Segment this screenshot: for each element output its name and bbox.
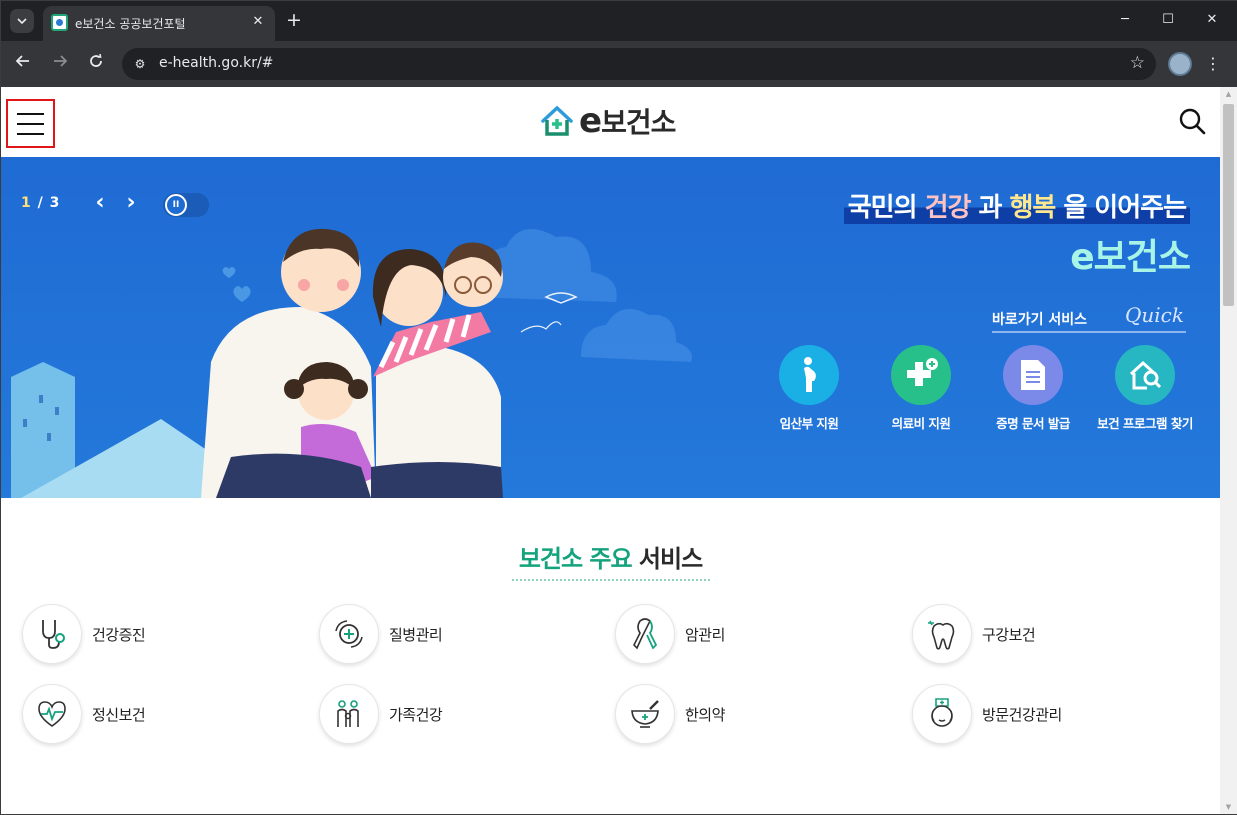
tab-search-button[interactable] — [10, 9, 34, 33]
favicon-icon — [51, 14, 68, 31]
service-label: 방문건강관리 — [982, 706, 1062, 724]
hamburger-line — [17, 112, 44, 115]
main-banner: 1 / 3 ‹ › II 국민의 건강 과 행복 을 이어주는 e보건소 바로가… — [1, 157, 1220, 498]
tab-strip: e보건소 공공보건포털 ✕ + ─ ☐ ✕ — [1, 1, 1237, 41]
disease-care-icon — [319, 604, 379, 664]
minimize-button[interactable]: ─ — [1111, 7, 1139, 33]
back-button[interactable] — [11, 52, 35, 76]
service-label: 질병관리 — [389, 626, 443, 644]
service-label: 구강보건 — [982, 626, 1036, 644]
new-tab-button[interactable]: + — [284, 9, 304, 31]
browser-menu-icon[interactable]: ⋮ — [1204, 52, 1222, 76]
search-button[interactable] — [1177, 106, 1207, 136]
browser-toolbar: ⚙ e-health.go.kr/# ☆ ⋮ — [1, 41, 1237, 87]
reload-icon — [90, 53, 102, 67]
address-bar[interactable]: ⚙ e-health.go.kr/# ☆ — [122, 48, 1156, 80]
menu-hamburger-button[interactable] — [6, 99, 55, 148]
forward-button[interactable] — [48, 52, 72, 76]
pregnant-woman-icon — [779, 345, 839, 405]
quick-program-search[interactable]: 보건 프로그램 찾기 — [1089, 345, 1201, 432]
prev-slide-button[interactable]: ‹ — [90, 190, 110, 216]
arrow-right-icon — [54, 55, 68, 67]
page-viewport: e보건소 1 / 3 ‹ › II 국민의 건강 과 행복 을 이어주는 e보건… — [1, 87, 1220, 814]
stethoscope-icon — [22, 604, 82, 664]
slide-total: 3 — [49, 195, 61, 211]
browser-window: e보건소 공공보건포털 ✕ + ─ ☐ ✕ ⚙ e-health.go.kr/#… — [0, 0, 1237, 815]
quick-label: 보건 프로그램 찾기 — [1097, 416, 1193, 431]
quick-pregnant-support[interactable]: 임산부 지원 — [753, 345, 865, 432]
browser-tab[interactable]: e보건소 공공보건포털 ✕ — [43, 6, 275, 41]
logo-house-icon — [541, 105, 573, 136]
pause-icon: II — [165, 194, 187, 216]
hamburger-line — [17, 132, 44, 135]
ribbon-icon — [615, 604, 675, 664]
headline-line1: 국민의 건강 과 행복 을 이어주는 — [843, 187, 1190, 224]
quick-title-en: Quick — [1125, 303, 1184, 327]
vertical-scrollbar[interactable]: ▲ ▼ — [1220, 87, 1237, 814]
reload-button[interactable] — [84, 52, 108, 76]
headline-line2: e보건소 — [1070, 237, 1191, 278]
slide-separator: / — [31, 195, 50, 211]
quick-label: 의료비 지원 — [891, 416, 951, 431]
logo-text: e보건소 — [579, 101, 676, 141]
service-label: 암관리 — [685, 626, 725, 644]
service-label: 한의약 — [685, 706, 725, 724]
scroll-down-arrow-icon[interactable]: ▼ — [1224, 803, 1233, 811]
service-label: 가족건강 — [389, 706, 443, 724]
search-icon — [1179, 108, 1206, 135]
maximize-button[interactable]: ☐ — [1154, 7, 1182, 33]
services-title-underline — [512, 579, 710, 581]
quick-title-ko: 바로가기 서비스 — [992, 312, 1088, 328]
tab-title: e보건소 공공보건포털 — [75, 17, 186, 31]
slide-counter: 1 / 3 — [21, 195, 60, 211]
nurse-icon — [912, 684, 972, 744]
banner-headline: 국민의 건강 과 행복 을 이어주는 e보건소 — [818, 187, 1191, 280]
medical-plus-icon — [891, 345, 951, 405]
site-info-icon[interactable]: ⚙ — [131, 55, 149, 73]
close-window-button[interactable]: ✕ — [1198, 7, 1226, 33]
quick-service-title: 바로가기 서비스 Quick — [992, 303, 1186, 333]
quick-label: 증명 문서 발급 — [996, 416, 1070, 431]
hamburger-line — [17, 122, 44, 125]
heart-pulse-icon — [22, 684, 82, 744]
url-text: e-health.go.kr/# — [159, 55, 274, 71]
scroll-thumb[interactable] — [1223, 104, 1234, 306]
next-slide-button[interactable]: › — [121, 190, 141, 216]
profile-avatar[interactable] — [1168, 52, 1192, 76]
service-label: 정신보건 — [92, 706, 146, 724]
family-icon — [319, 684, 379, 744]
document-icon — [1003, 345, 1063, 405]
service-label: 건강증진 — [92, 626, 146, 644]
quick-label: 임산부 지원 — [779, 416, 839, 431]
quick-medical-support[interactable]: 의료비 지원 — [865, 345, 977, 432]
scroll-up-arrow-icon[interactable]: ▲ — [1224, 90, 1233, 98]
slide-pause-toggle[interactable]: II — [163, 193, 209, 217]
home-search-icon — [1115, 345, 1175, 405]
arrow-left-icon — [15, 55, 29, 67]
bookmark-star-icon[interactable]: ☆ — [1130, 53, 1145, 73]
mortar-icon — [615, 684, 675, 744]
services-section-title: 보건소 주요 서비스 — [518, 545, 703, 573]
chevron-down-icon — [17, 18, 27, 25]
tooth-icon — [912, 604, 972, 664]
site-header: e보건소 — [1, 87, 1220, 157]
quick-document-issue[interactable]: 증명 문서 발급 — [977, 345, 1089, 432]
site-logo[interactable]: e보건소 — [539, 101, 676, 141]
slide-current: 1 — [21, 195, 32, 211]
tab-close-icon[interactable]: ✕ — [249, 13, 267, 31]
